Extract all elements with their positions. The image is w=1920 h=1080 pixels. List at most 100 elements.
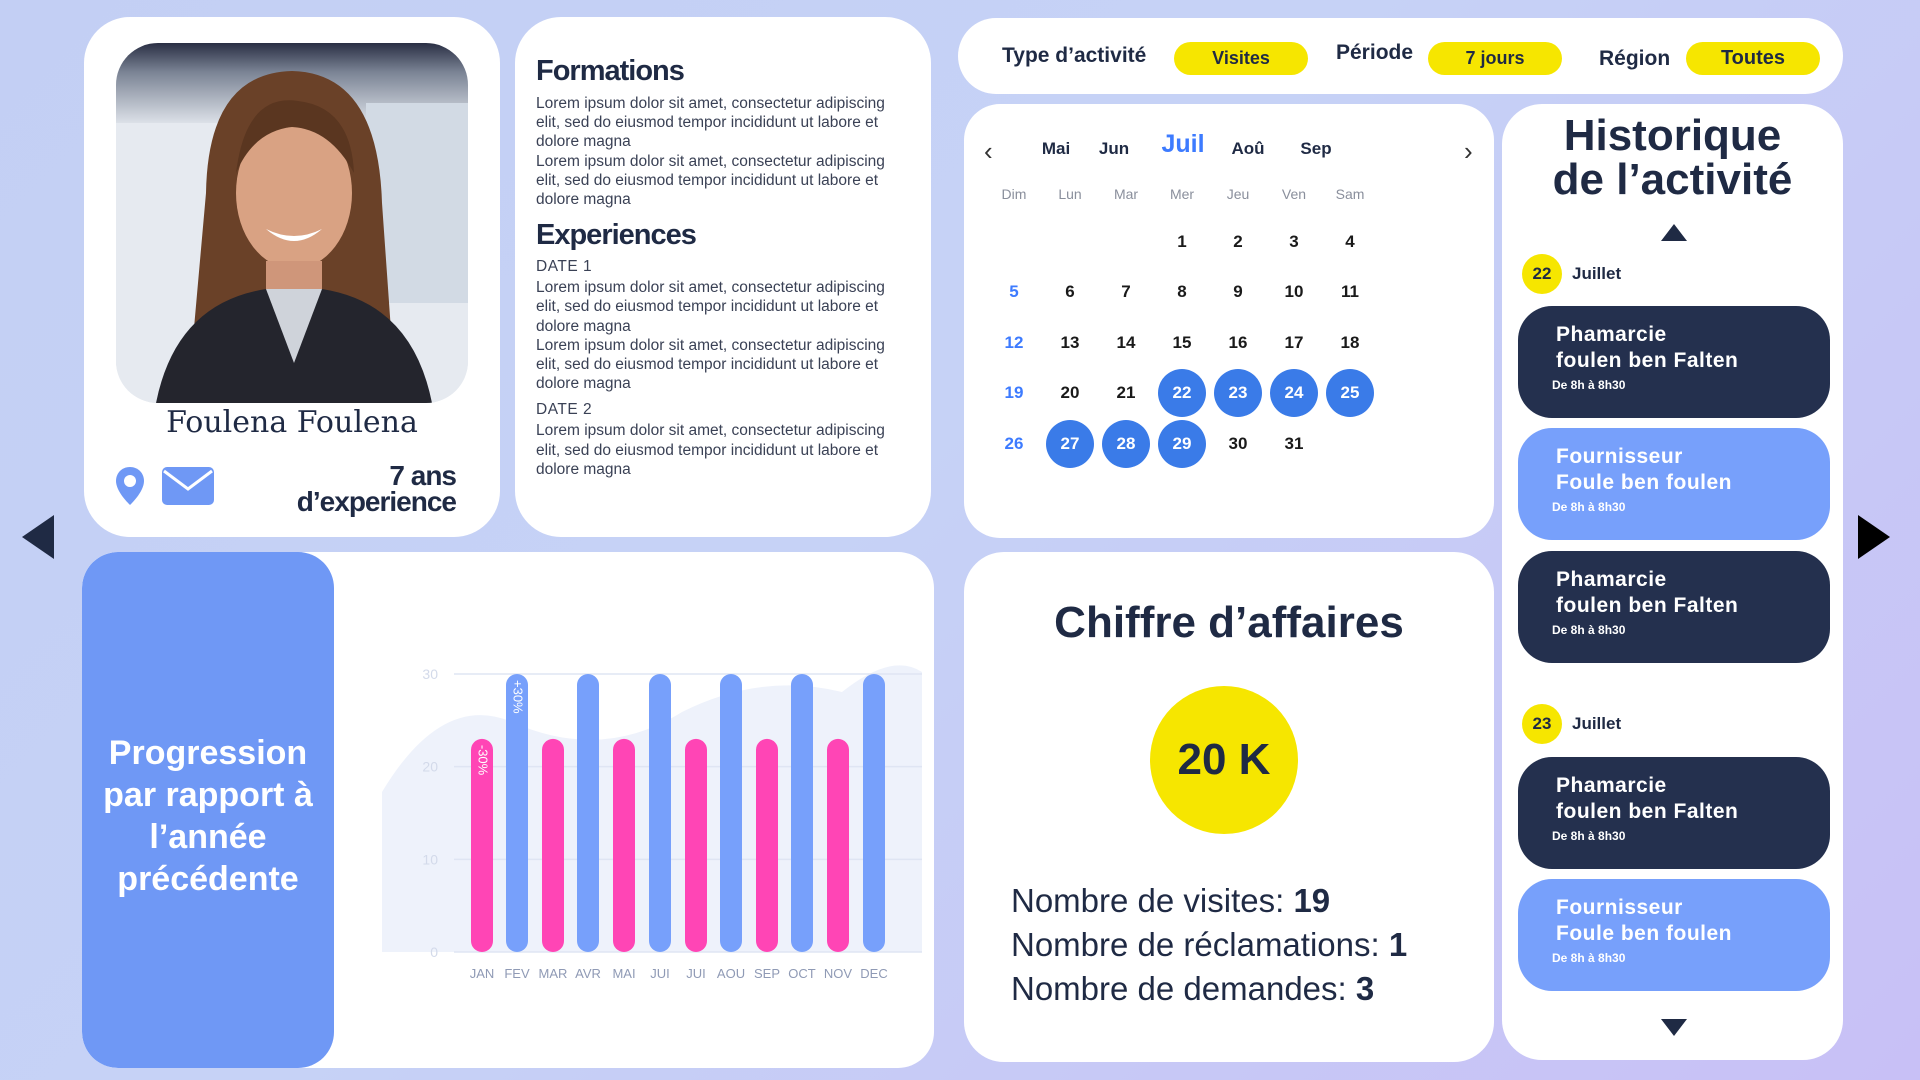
calendar-prev-month-icon[interactable]: ‹ <box>984 136 993 167</box>
calendar-day[interactable]: 2 <box>1214 218 1262 266</box>
experience-text-2: Lorem ipsum dolor sit amet, consectetur … <box>536 336 885 393</box>
calendar-day[interactable]: 22 <box>1158 369 1206 417</box>
formations-text-2: Lorem ipsum dolor sit amet, consectetur … <box>536 152 885 209</box>
history-event[interactable]: Phamarcie foulen ben Falten De 8h à 8h30 <box>1518 306 1830 418</box>
calendar-month-tab[interactable]: Aoû <box>1231 139 1264 159</box>
calendar-month-tab[interactable]: Sep <box>1300 139 1331 159</box>
region-label: Région <box>1599 47 1671 70</box>
chart-bar[interactable] <box>720 674 742 952</box>
event-title-line-2: foulen ben Falten <box>1556 349 1739 372</box>
event-title-line-1: Phamarcie <box>1556 774 1667 797</box>
calendar-month-tab[interactable]: Jun <box>1099 139 1129 159</box>
calendar-day[interactable]: 12 <box>990 319 1038 367</box>
chart-y-tick-label: 20 <box>422 759 438 775</box>
calendar-month-tab[interactable]: Mai <box>1042 139 1070 159</box>
visits-value: 19 <box>1293 882 1331 919</box>
chart-data-label: -30% <box>476 745 491 776</box>
calendar-day[interactable]: 23 <box>1214 369 1262 417</box>
chart-x-tick-label: JUI <box>686 966 706 981</box>
calendar-day[interactable]: 11 <box>1326 268 1374 316</box>
calendar-day[interactable]: 7 <box>1102 268 1150 316</box>
calendar-day[interactable]: 19 <box>990 369 1038 417</box>
chart-x-tick-label: MAR <box>539 966 568 981</box>
calendar-day[interactable]: 16 <box>1214 319 1262 367</box>
history-event[interactable]: Phamarcie foulen ben Falten De 8h à 8h30 <box>1518 551 1830 663</box>
resume-card: Formations Lorem ipsum dolor sit amet, c… <box>515 17 931 537</box>
calendar-day[interactable]: 4 <box>1326 218 1374 266</box>
calendar-weekday-label: Jeu <box>1226 186 1250 202</box>
calendar-next-month-icon[interactable]: › <box>1464 136 1473 167</box>
activity-type-label: Type d’activité <box>1002 44 1147 67</box>
chart-x-tick-label: JUI <box>650 966 670 981</box>
chart-bar[interactable] <box>577 674 599 952</box>
chart-bar[interactable] <box>791 674 813 952</box>
calendar-day[interactable]: 29 <box>1158 420 1206 468</box>
calendar-day[interactable]: 18 <box>1326 319 1374 367</box>
calendar-weekday-label: Dim <box>1001 186 1027 202</box>
experience-date-2: DATE 2 <box>536 401 593 419</box>
chart-bar[interactable] <box>613 738 635 952</box>
filter-bar: Type d’activité Visites Période 7 jours … <box>958 18 1843 94</box>
calendar: ‹ › Mai Jun Juil Aoû Sep Dim Lun Mar Mer Jeu Ven S… <box>964 104 1494 538</box>
calendar-day[interactable]: 1 <box>1158 218 1206 266</box>
chart-bar[interactable] <box>756 738 778 952</box>
event-time: De 8h à 8h30 <box>1552 951 1626 965</box>
calendar-day[interactable]: 17 <box>1270 319 1318 367</box>
revenue-value: 20 K <box>1150 686 1298 834</box>
event-title-line-1: Phamarcie <box>1556 568 1667 591</box>
chart-x-tick-label: DEC <box>860 966 887 981</box>
history-title-line-1: Historique <box>1563 111 1782 160</box>
email-icon[interactable] <box>162 467 214 505</box>
calendar-day[interactable]: 9 <box>1214 268 1262 316</box>
visits-count: Nombre de visites: 19 <box>1011 882 1330 920</box>
calendar-day[interactable]: 27 <box>1046 420 1094 468</box>
person-name: Foulena Foulena <box>166 405 418 440</box>
calendar-day[interactable]: 21 <box>1102 369 1150 417</box>
calendar-month-tab[interactable]: Juil <box>1161 130 1204 159</box>
history-event[interactable]: Fournisseur Foule ben foulen De 8h à 8h3… <box>1518 879 1830 991</box>
calendar-day[interactable]: 20 <box>1046 369 1094 417</box>
history-day-month: Juillet <box>1572 714 1622 733</box>
calendar-day[interactable]: 6 <box>1046 268 1094 316</box>
calendar-day[interactable]: 3 <box>1270 218 1318 266</box>
location-pin-icon[interactable] <box>114 465 146 507</box>
calendar-day[interactable]: 24 <box>1270 369 1318 417</box>
calendar-day[interactable]: 25 <box>1326 369 1374 417</box>
history-event[interactable]: Fournisseur Foule ben foulen De 8h à 8h3… <box>1518 428 1830 540</box>
calendar-day[interactable]: 26 <box>990 420 1038 468</box>
formations-heading: Formations <box>536 55 685 87</box>
requests-label: Nombre de demandes: <box>1011 970 1356 1007</box>
region-select[interactable]: Toutes <box>1686 42 1820 75</box>
experiences-heading: Experiences <box>536 219 697 252</box>
calendar-weekday-label: Mar <box>1113 186 1139 202</box>
history-day-header: 23 Juillet <box>1522 704 1621 744</box>
chart-x-tick-label: JAN <box>470 966 495 981</box>
event-title-line-2: foulen ben Falten <box>1556 800 1739 823</box>
history-event[interactable]: Phamarcie foulen ben Falten De 8h à 8h30 <box>1518 757 1830 869</box>
chart-bar[interactable] <box>649 674 671 952</box>
period-select[interactable]: 7 jours <box>1428 42 1562 75</box>
next-page-arrow-icon[interactable] <box>1858 515 1890 559</box>
calendar-day[interactable]: 5 <box>990 268 1038 316</box>
calendar-day[interactable]: 15 <box>1158 319 1206 367</box>
activity-type-select[interactable]: Visites <box>1174 42 1308 75</box>
calendar-day[interactable]: 10 <box>1270 268 1318 316</box>
chart-bar[interactable] <box>542 738 564 952</box>
experience-text-1: Lorem ipsum dolor sit amet, consectetur … <box>536 279 885 335</box>
chart-bar[interactable] <box>863 674 885 952</box>
chart-bar[interactable] <box>685 738 707 952</box>
calendar-day[interactable]: 30 <box>1214 420 1262 468</box>
calendar-day[interactable]: 31 <box>1270 420 1318 468</box>
previous-page-arrow-icon[interactable] <box>22 515 54 559</box>
scroll-up-icon[interactable] <box>1661 224 1687 241</box>
scroll-down-icon[interactable] <box>1661 1019 1687 1036</box>
calendar-day[interactable]: 8 <box>1158 268 1206 316</box>
chart-bar[interactable] <box>827 738 849 952</box>
event-time: De 8h à 8h30 <box>1552 378 1626 392</box>
chart-bar[interactable] <box>506 674 528 952</box>
calendar-day[interactable]: 13 <box>1046 319 1094 367</box>
calendar-day[interactable]: 14 <box>1102 319 1150 367</box>
progression-title: Progression par rapport à l’année précéd… <box>103 734 313 898</box>
history-day-header: 22 Juillet <box>1522 254 1621 294</box>
calendar-day[interactable]: 28 <box>1102 420 1150 468</box>
